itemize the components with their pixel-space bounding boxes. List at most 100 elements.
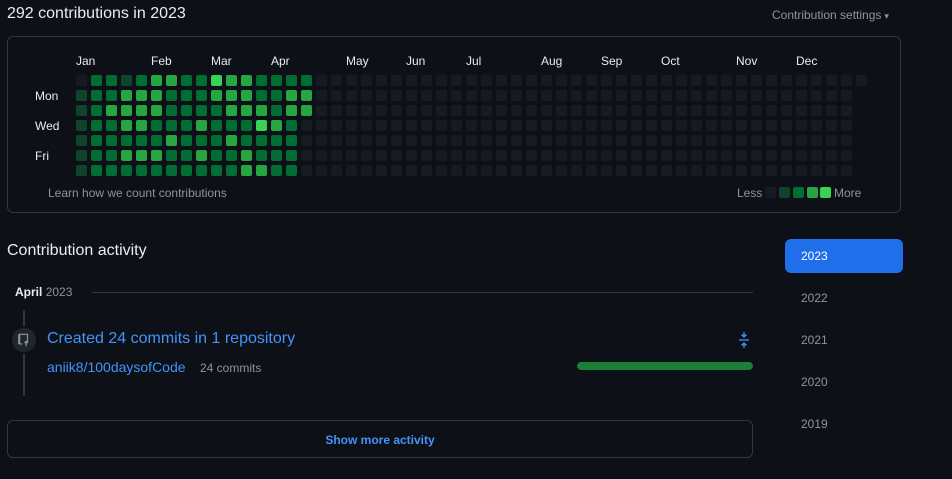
contribution-day-cell[interactable] (601, 150, 612, 161)
contribution-day-cell[interactable] (376, 90, 387, 101)
contribution-day-cell[interactable] (421, 90, 432, 101)
contribution-day-cell[interactable] (766, 90, 777, 101)
contribution-day-cell[interactable] (601, 105, 612, 116)
contribution-day-cell[interactable] (511, 150, 522, 161)
contribution-day-cell[interactable] (361, 150, 372, 161)
contribution-day-cell[interactable] (721, 150, 732, 161)
contribution-day-cell[interactable] (196, 90, 207, 101)
contribution-day-cell[interactable] (196, 120, 207, 131)
contribution-day-cell[interactable] (166, 90, 177, 101)
contribution-day-cell[interactable] (826, 105, 837, 116)
contribution-day-cell[interactable] (556, 150, 567, 161)
contribution-day-cell[interactable] (241, 90, 252, 101)
contribution-day-cell[interactable] (196, 105, 207, 116)
contribution-day-cell[interactable] (286, 135, 297, 146)
contribution-day-cell[interactable] (646, 165, 657, 176)
contribution-day-cell[interactable] (481, 150, 492, 161)
contribution-day-cell[interactable] (451, 120, 462, 131)
contribution-day-cell[interactable] (481, 165, 492, 176)
contribution-day-cell[interactable] (811, 75, 822, 86)
contribution-day-cell[interactable] (316, 120, 327, 131)
contribution-day-cell[interactable] (826, 90, 837, 101)
contribution-day-cell[interactable] (586, 165, 597, 176)
contribution-day-cell[interactable] (586, 105, 597, 116)
contribution-day-cell[interactable] (616, 150, 627, 161)
contribution-day-cell[interactable] (481, 120, 492, 131)
contribution-day-cell[interactable] (331, 135, 342, 146)
contribution-day-cell[interactable] (121, 150, 132, 161)
contribution-day-cell[interactable] (571, 135, 582, 146)
contribution-day-cell[interactable] (241, 165, 252, 176)
contribution-day-cell[interactable] (676, 90, 687, 101)
contribution-day-cell[interactable] (556, 105, 567, 116)
contribution-day-cell[interactable] (586, 135, 597, 146)
contribution-day-cell[interactable] (826, 150, 837, 161)
contribution-day-cell[interactable] (691, 75, 702, 86)
contribution-day-cell[interactable] (781, 75, 792, 86)
contribution-day-cell[interactable] (691, 105, 702, 116)
contribution-day-cell[interactable] (121, 90, 132, 101)
contribution-day-cell[interactable] (226, 150, 237, 161)
contribution-day-cell[interactable] (481, 75, 492, 86)
contribution-day-cell[interactable] (766, 135, 777, 146)
contribution-day-cell[interactable] (691, 120, 702, 131)
contribution-day-cell[interactable] (361, 75, 372, 86)
contribution-day-cell[interactable] (541, 165, 552, 176)
contribution-day-cell[interactable] (106, 75, 117, 86)
contribution-day-cell[interactable] (811, 120, 822, 131)
contribution-day-cell[interactable] (376, 105, 387, 116)
contribution-day-cell[interactable] (226, 75, 237, 86)
expand-collapse-icon[interactable] (736, 331, 752, 349)
contribution-day-cell[interactable] (496, 165, 507, 176)
contribution-day-cell[interactable] (436, 105, 447, 116)
contribution-day-cell[interactable] (181, 90, 192, 101)
contribution-day-cell[interactable] (241, 75, 252, 86)
contribution-day-cell[interactable] (316, 105, 327, 116)
contribution-day-cell[interactable] (256, 105, 267, 116)
contribution-day-cell[interactable] (766, 120, 777, 131)
contribution-day-cell[interactable] (541, 150, 552, 161)
contribution-day-cell[interactable] (196, 150, 207, 161)
contribution-day-cell[interactable] (301, 75, 312, 86)
learn-contributions-link[interactable]: Learn how we count contributions (48, 186, 227, 200)
contribution-day-cell[interactable] (376, 165, 387, 176)
contribution-day-cell[interactable] (751, 75, 762, 86)
contribution-day-cell[interactable] (316, 165, 327, 176)
contribution-day-cell[interactable] (301, 105, 312, 116)
contribution-day-cell[interactable] (406, 135, 417, 146)
contribution-day-cell[interactable] (526, 90, 537, 101)
contribution-day-cell[interactable] (346, 105, 357, 116)
contribution-day-cell[interactable] (271, 135, 282, 146)
contribution-day-cell[interactable] (271, 165, 282, 176)
contribution-day-cell[interactable] (391, 105, 402, 116)
contribution-day-cell[interactable] (241, 135, 252, 146)
contribution-day-cell[interactable] (211, 105, 222, 116)
contribution-day-cell[interactable] (526, 105, 537, 116)
contribution-day-cell[interactable] (736, 90, 747, 101)
contribution-day-cell[interactable] (181, 135, 192, 146)
contribution-day-cell[interactable] (796, 135, 807, 146)
contribution-day-cell[interactable] (496, 105, 507, 116)
contribution-day-cell[interactable] (616, 165, 627, 176)
contribution-day-cell[interactable] (256, 120, 267, 131)
event-commits-title[interactable]: Created 24 commits in 1 repository (47, 330, 295, 348)
contribution-day-cell[interactable] (316, 135, 327, 146)
contribution-day-cell[interactable] (526, 165, 537, 176)
contribution-day-cell[interactable] (841, 75, 852, 86)
contribution-day-cell[interactable] (751, 165, 762, 176)
contribution-day-cell[interactable] (136, 75, 147, 86)
contribution-day-cell[interactable] (406, 150, 417, 161)
contribution-day-cell[interactable] (466, 165, 477, 176)
contribution-day-cell[interactable] (451, 165, 462, 176)
contribution-day-cell[interactable] (286, 150, 297, 161)
contribution-day-cell[interactable] (331, 165, 342, 176)
contribution-day-cell[interactable] (571, 150, 582, 161)
contribution-day-cell[interactable] (361, 165, 372, 176)
contribution-day-cell[interactable] (361, 120, 372, 131)
contribution-day-cell[interactable] (571, 165, 582, 176)
contribution-day-cell[interactable] (361, 90, 372, 101)
contribution-day-cell[interactable] (151, 135, 162, 146)
contribution-day-cell[interactable] (811, 165, 822, 176)
contribution-day-cell[interactable] (286, 120, 297, 131)
contribution-day-cell[interactable] (406, 120, 417, 131)
